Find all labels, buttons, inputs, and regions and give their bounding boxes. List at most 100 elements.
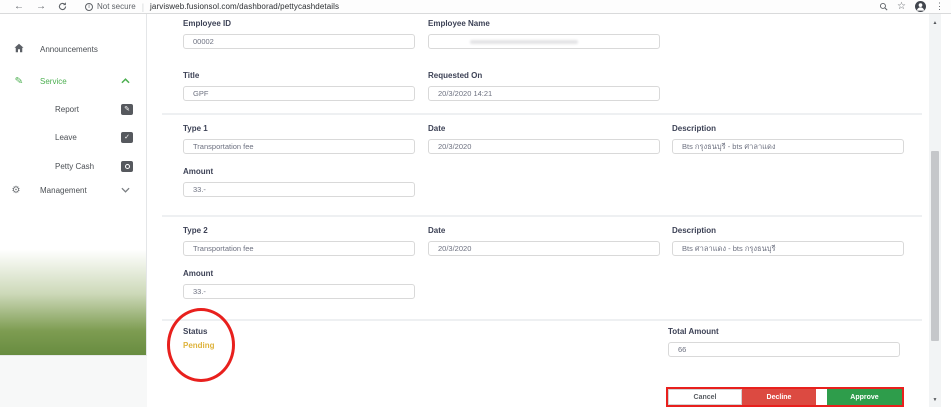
site-security-chip[interactable]: i Not secure	[85, 2, 136, 11]
browser-menu-icon[interactable]: ⋮	[935, 2, 944, 11]
type1-input[interactable]: Transportation fee	[183, 139, 415, 154]
field-type2-amount: Amount 33.-	[183, 269, 415, 299]
pencil-icon: ✎	[11, 75, 26, 87]
type2-label: Type 2	[183, 226, 415, 235]
app-area: Announcements ✎ Service Report ✎ Leave ✓…	[0, 14, 951, 407]
address-separator: |	[142, 2, 144, 12]
type2-description-input[interactable]: Bts ศาลาแดง - bts กรุงธนบุรี	[672, 241, 904, 256]
sidebar-item-announcements[interactable]: Announcements	[0, 41, 147, 57]
sidebar-item-label: Petty Cash	[55, 162, 94, 171]
field-employee-name: Employee Name	[428, 19, 660, 49]
type2-value: Transportation fee	[193, 244, 254, 253]
type1-amount-value: 33.-	[193, 185, 206, 194]
gear-icon: ⚙	[9, 185, 23, 196]
actions-highlight-box: Cancel Decline Approve	[666, 387, 904, 407]
sidebar-footer-area	[0, 355, 147, 407]
field-type2-date: Date 20/3/2020	[428, 226, 660, 256]
chevron-down-icon	[121, 187, 130, 193]
type1-description-input[interactable]: Bts กรุงธนบุรี - bts ศาลาแดง	[672, 139, 904, 154]
sidebar-item-label: Leave	[55, 133, 77, 142]
employee-id-input[interactable]: 00002	[183, 34, 415, 49]
type1-label: Type 1	[183, 124, 415, 133]
info-icon: i	[85, 3, 93, 11]
sidebar-item-service[interactable]: ✎ Service	[0, 73, 147, 89]
type1-amount-label: Amount	[183, 167, 415, 176]
type2-input[interactable]: Transportation fee	[183, 241, 415, 256]
requested-on-value: 20/3/2020 14:21	[438, 89, 492, 98]
field-total-amount: Total Amount 66	[668, 327, 900, 357]
type1-date-label: Date	[428, 124, 660, 133]
requested-on-input[interactable]: 20/3/2020 14:21	[428, 86, 660, 101]
search-icon[interactable]	[879, 2, 888, 11]
type1-value: Transportation fee	[193, 142, 254, 151]
sidebar-item-label: Management	[40, 186, 87, 195]
type2-description-value: Bts ศาลาแดง - bts กรุงธนบุรี	[682, 243, 776, 255]
scrollbar-thumb[interactable]	[931, 151, 939, 341]
sidebar-item-management[interactable]: ⚙ Management	[0, 182, 147, 198]
home-icon	[12, 42, 26, 56]
employee-name-label: Employee Name	[428, 19, 660, 28]
field-type1-description: Description Bts กรุงธนบุรี - bts ศาลาแดง	[672, 124, 904, 154]
sidebar-item-label: Report	[55, 105, 79, 114]
profile-avatar[interactable]	[915, 1, 926, 12]
type1-date-value: 20/3/2020	[438, 142, 471, 151]
type2-date-label: Date	[428, 226, 660, 235]
field-type1: Type 1 Transportation fee	[183, 124, 415, 154]
petty-cash-icon	[121, 161, 133, 172]
sidebar-item-report[interactable]: Report ✎	[0, 101, 147, 117]
type2-description-label: Description	[672, 226, 904, 235]
section-divider	[162, 113, 922, 115]
type1-date-input[interactable]: 20/3/2020	[428, 139, 660, 154]
field-type2-description: Description Bts ศาลาแดง - bts กรุงธนบุรี	[672, 226, 904, 256]
scroll-up-icon[interactable]: ▲	[929, 20, 941, 26]
refresh-icon[interactable]	[58, 2, 67, 11]
address-bar[interactable]: jarvisweb.fusionsol.com/dashborad/pettyc…	[150, 2, 339, 11]
type2-date-input[interactable]: 20/3/2020	[428, 241, 660, 256]
browser-toolbar: ← → i Not secure | jarvisweb.fusionsol.c…	[0, 0, 951, 14]
cancel-button[interactable]: Cancel	[668, 389, 742, 405]
bookmark-star-icon[interactable]: ☆	[897, 2, 906, 12]
employee-id-value: 00002	[193, 37, 214, 46]
back-icon[interactable]: ←	[14, 2, 24, 12]
approve-button[interactable]: Approve	[827, 389, 902, 405]
field-title: Title GPF	[183, 71, 415, 101]
requested-on-label: Requested On	[428, 71, 660, 80]
chevron-up-icon	[121, 78, 130, 84]
type2-amount-label: Amount	[183, 269, 415, 278]
total-amount-input[interactable]: 66	[668, 342, 900, 357]
sidebar-item-leave[interactable]: Leave ✓	[0, 129, 147, 145]
total-amount-value: 66	[678, 345, 686, 354]
type1-description-label: Description	[672, 124, 904, 133]
sidebar: Announcements ✎ Service Report ✎ Leave ✓…	[0, 14, 147, 355]
title-value: GPF	[193, 89, 208, 98]
employee-id-label: Employee ID	[183, 19, 415, 28]
employee-name-input[interactable]	[428, 34, 660, 49]
sidebar-item-petty-cash[interactable]: Petty Cash	[0, 158, 147, 174]
browser-window: ← → i Not secure | jarvisweb.fusionsol.c…	[0, 0, 951, 407]
type2-date-value: 20/3/2020	[438, 244, 471, 253]
page-scrollbar[interactable]: ▲ ▼	[929, 14, 941, 407]
report-icon: ✎	[121, 104, 133, 115]
field-type1-amount: Amount 33.-	[183, 167, 415, 197]
button-gap	[816, 389, 827, 405]
type2-amount-input[interactable]: 33.-	[183, 284, 415, 299]
scroll-down-icon[interactable]: ▼	[929, 397, 941, 403]
title-label: Title	[183, 71, 415, 80]
forward-icon[interactable]: →	[36, 2, 46, 12]
decline-button[interactable]: Decline	[742, 389, 816, 405]
total-amount-label: Total Amount	[668, 327, 900, 336]
type1-amount-input[interactable]: 33.-	[183, 182, 415, 197]
title-input[interactable]: GPF	[183, 86, 415, 101]
field-employee-id: Employee ID 00002	[183, 19, 415, 49]
not-secure-label: Not secure	[97, 2, 136, 11]
status-highlight-circle	[167, 308, 235, 382]
field-requested-on: Requested On 20/3/2020 14:21	[428, 71, 660, 101]
petty-cash-details-form: Employee ID 00002 Employee Name Title GP…	[147, 14, 929, 407]
section-divider	[162, 319, 922, 321]
field-type2: Type 2 Transportation fee	[183, 226, 415, 256]
sidebar-item-label: Service	[40, 77, 67, 86]
type2-amount-value: 33.-	[193, 287, 206, 296]
leave-check-icon: ✓	[121, 132, 133, 143]
field-type1-date: Date 20/3/2020	[428, 124, 660, 154]
redacted-text	[470, 40, 578, 44]
